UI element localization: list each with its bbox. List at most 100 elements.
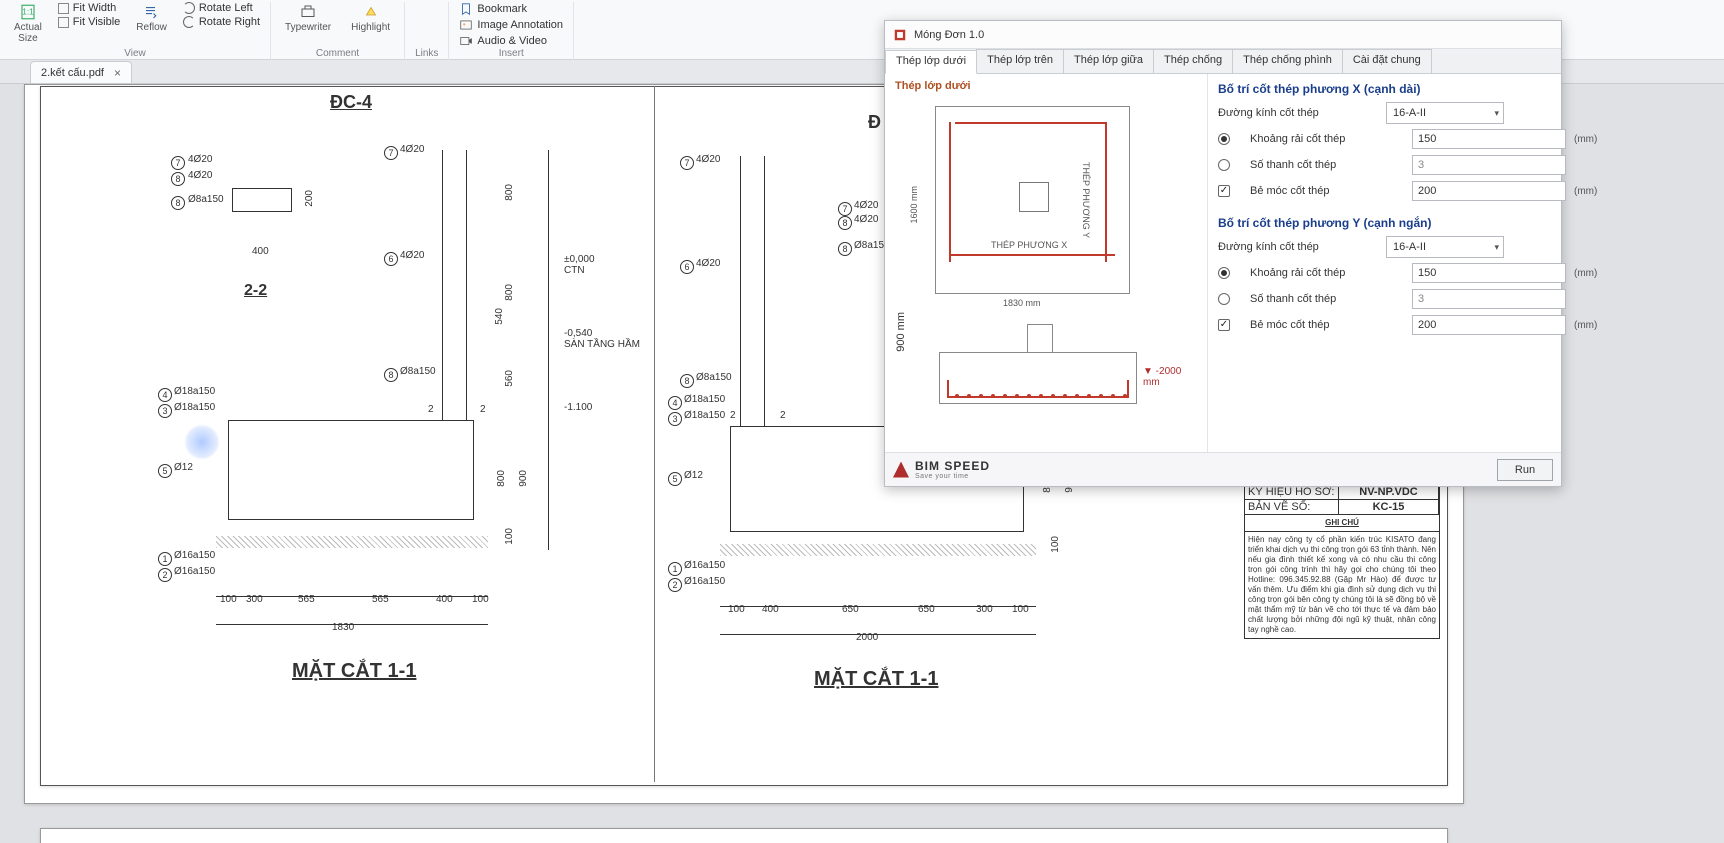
fit-width-label: Fit Width — [73, 2, 116, 14]
callout-8c: 8 — [384, 368, 398, 382]
check-x-hook[interactable] — [1218, 185, 1230, 197]
input-x-spacing[interactable] — [1412, 129, 1566, 149]
dim-560: 560 — [504, 370, 515, 387]
tab-thep-lop-tren[interactable]: Thép lớp trên — [976, 49, 1064, 73]
sec-mark-2rb: 2 — [780, 410, 786, 421]
lbl-y-diam: Đường kính cốt thép — [1218, 241, 1378, 253]
rebar-8b-label: Ø8a150 — [188, 194, 224, 205]
combo-y-diam-value: 16-A-II — [1393, 241, 1426, 253]
dia-h: 1600 mm — [909, 186, 919, 224]
bookmark-label: Bookmark — [477, 3, 527, 15]
tb-kyhieu-val: NV-NP.VDC — [1339, 485, 1439, 499]
dialog-titlebar[interactable]: Móng Đơn 1.0 — [885, 21, 1561, 49]
input-y-hook[interactable] — [1412, 315, 1566, 335]
callout-7r: 7 — [680, 156, 694, 170]
dim-200: 200 — [304, 190, 315, 207]
radio-x-count[interactable] — [1218, 159, 1230, 171]
fit-width-button[interactable]: Fit Width — [58, 2, 116, 14]
lbl-x-spacing: Khoảng rải cốt thép — [1250, 133, 1404, 145]
input-y-count[interactable] — [1412, 289, 1566, 309]
input-x-count[interactable] — [1412, 155, 1566, 175]
dim-r-5: 100 — [1012, 604, 1029, 615]
audio-video-button[interactable]: Audio & Video — [459, 34, 547, 48]
dim-r-total: 2000 — [856, 632, 878, 643]
group-comment-label: Comment — [316, 48, 359, 60]
callout-3r: 3 — [668, 412, 682, 426]
radio-y-count[interactable] — [1218, 293, 1230, 305]
rebar-8a-label: 4Ø20 — [188, 170, 212, 181]
tb-banve-val: KC-15 — [1339, 500, 1439, 514]
dialog-tabs: Thép lớp dưới Thép lớp trên Thép lớp giữ… — [885, 49, 1561, 74]
footing-left-box — [228, 420, 474, 520]
typewriter-button[interactable]: Typewriter — [281, 2, 335, 34]
dim-800-1: 800 — [504, 184, 515, 201]
dim-l-5: 100 — [472, 594, 489, 605]
tb-kyhieu-lbl: KÝ HIỆU HỒ SƠ: — [1245, 485, 1339, 499]
dim-r-2: 650 — [842, 604, 859, 615]
callout-5: 5 — [158, 464, 172, 478]
callout-8rb: 8 — [838, 216, 852, 230]
rebar-6r-label: 4Ø20 — [696, 258, 720, 269]
callout-1r: 1 — [668, 562, 682, 576]
dim-l-2: 565 — [298, 594, 315, 605]
document-tab[interactable]: 2.kết cấu.pdf × — [30, 61, 132, 83]
rebar-2r-label: Ø16a150 — [684, 576, 725, 587]
radio-x-spacing[interactable] — [1218, 133, 1230, 145]
column-right-line — [466, 150, 467, 420]
callout-2: 2 — [158, 568, 172, 582]
dim-r-3: 650 — [918, 604, 935, 615]
fit-visible-icon — [58, 17, 69, 28]
actual-size-button[interactable]: 1:1 Actual Size — [10, 2, 46, 45]
title-22: 2-2 — [244, 282, 267, 300]
page-actual-icon: 1:1 — [19, 3, 37, 21]
input-x-hook[interactable] — [1412, 181, 1566, 201]
bookmark-button[interactable]: Bookmark — [459, 2, 527, 16]
callout-7b: 7 — [384, 146, 398, 160]
rebar-1r-label: Ø16a150 — [684, 560, 725, 571]
document-tab-label: 2.kết cấu.pdf — [41, 67, 104, 79]
highlight-button[interactable]: Highlight — [347, 2, 394, 34]
combo-x-diam[interactable]: 16-A-II▾ — [1386, 102, 1504, 124]
callout-3: 3 — [158, 404, 172, 418]
typewriter-label: Typewriter — [285, 22, 331, 33]
rotate-left-button[interactable]: Rotate Left — [183, 2, 253, 14]
rotate-right-button[interactable]: Rotate Right — [183, 16, 260, 28]
dim-r-1: 400 — [762, 604, 779, 615]
dim-l-3: 565 — [372, 594, 389, 605]
level-1100: -1.100 — [564, 402, 592, 413]
group-insert-label: Insert — [499, 48, 524, 60]
fit-visible-label: Fit Visible — [73, 16, 120, 28]
dim-100-r: 100 — [1050, 536, 1061, 553]
callout-6: 6 — [384, 252, 398, 266]
image-annotation-label: Image Annotation — [477, 19, 563, 31]
dim-l-0: 100 — [220, 594, 237, 605]
reflow-button[interactable]: Reflow — [132, 2, 171, 34]
radio-y-spacing[interactable] — [1218, 267, 1230, 279]
image-annotation-button[interactable]: Image Annotation — [459, 18, 563, 32]
tab-thep-chong-phinh[interactable]: Thép chống phình — [1232, 49, 1343, 73]
unit-x-hook: (mm) — [1574, 186, 1597, 197]
lbl-x-count: Số thanh cốt thép — [1250, 159, 1404, 171]
dim-800-3: 800 — [496, 470, 507, 487]
title-matcat-right: MẶT CẮT 1-1 — [814, 668, 938, 691]
tab-cai-dat-chung[interactable]: Cài đặt chung — [1342, 49, 1432, 73]
dim-800-2: 800 — [504, 284, 515, 301]
fit-visible-button[interactable]: Fit Visible — [58, 16, 120, 28]
rebar-7r-label: 4Ø20 — [696, 154, 720, 165]
check-y-hook[interactable] — [1218, 319, 1230, 331]
hatch-right — [720, 544, 1036, 556]
run-button[interactable]: Run — [1497, 459, 1553, 481]
combo-y-diam[interactable]: 16-A-II▾ — [1386, 236, 1504, 258]
tab-thep-chong[interactable]: Thép chống — [1153, 49, 1233, 73]
lbl-y-count: Số thanh cốt thép — [1250, 293, 1404, 305]
tab-thep-lop-giua[interactable]: Thép lớp giữa — [1063, 49, 1154, 73]
dia-thep-y: THÉP PHƯƠNG Y — [1081, 162, 1091, 238]
tb-ghichu-h: GHI CHÚ — [1245, 515, 1439, 531]
input-y-spacing[interactable] — [1412, 263, 1566, 283]
tab-thep-lop-duoi[interactable]: Thép lớp dưới — [885, 50, 977, 74]
dim-r-4: 300 — [976, 604, 993, 615]
close-tab-icon[interactable]: × — [114, 66, 121, 80]
callout-8a: 8 — [171, 172, 185, 186]
rebar-4-label: Ø18a150 — [174, 386, 215, 397]
level-san-hang: -0,540 SÀN TẦNG HẦM — [564, 328, 640, 350]
